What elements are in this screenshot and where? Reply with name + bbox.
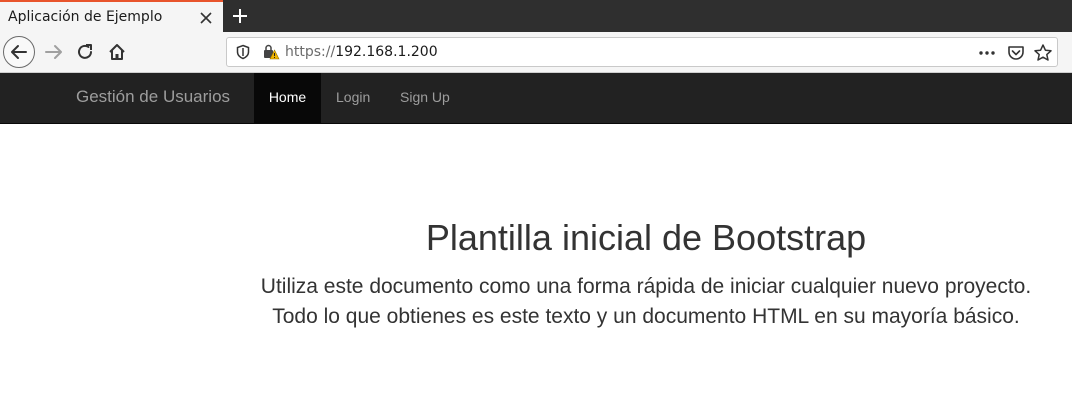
tab-strip: Aplicación de Ejemplo xyxy=(0,0,1072,32)
shield-icon[interactable] xyxy=(235,44,251,60)
lead-line-2: Todo lo que obtienes es este texto y un … xyxy=(272,305,1020,328)
nav-login[interactable]: Login xyxy=(336,73,370,123)
star-icon[interactable] xyxy=(1033,43,1053,63)
arrow-right-icon[interactable] xyxy=(38,36,70,68)
home-icon[interactable] xyxy=(101,36,133,68)
url-text: https://192.168.1.200 xyxy=(285,44,438,60)
url-scheme: https:// xyxy=(285,44,336,60)
tab-title: Aplicación de Ejemplo xyxy=(8,9,163,25)
nav-home[interactable]: Home xyxy=(254,73,321,123)
page-title: Plantilla inicial de Bootstrap xyxy=(425,217,867,258)
site-navbar: Gestión de Usuarios Home Login Sign Up xyxy=(0,73,1072,124)
pocket-icon[interactable] xyxy=(1006,43,1026,63)
navbar-brand[interactable]: Gestión de Usuarios xyxy=(76,87,230,107)
arrow-left-icon[interactable] xyxy=(3,36,35,68)
url-bar[interactable]: https://192.168.1.200 xyxy=(226,37,1058,67)
close-icon[interactable] xyxy=(196,8,216,28)
lead-line-1: Utiliza este documento como una forma rá… xyxy=(260,275,1032,298)
tab-active[interactable]: Aplicación de Ejemplo xyxy=(0,0,223,32)
more-icon[interactable] xyxy=(977,43,997,63)
nav-toolbar: https://192.168.1.200 xyxy=(0,32,1072,73)
lead-text: Utiliza este documento como una forma rá… xyxy=(0,272,1072,332)
url-host: 192.168.1.200 xyxy=(335,44,438,60)
plus-icon[interactable] xyxy=(229,5,251,27)
nav-signup[interactable]: Sign Up xyxy=(400,73,450,123)
lock-warning-icon[interactable] xyxy=(262,43,280,61)
reload-icon[interactable] xyxy=(69,36,101,68)
